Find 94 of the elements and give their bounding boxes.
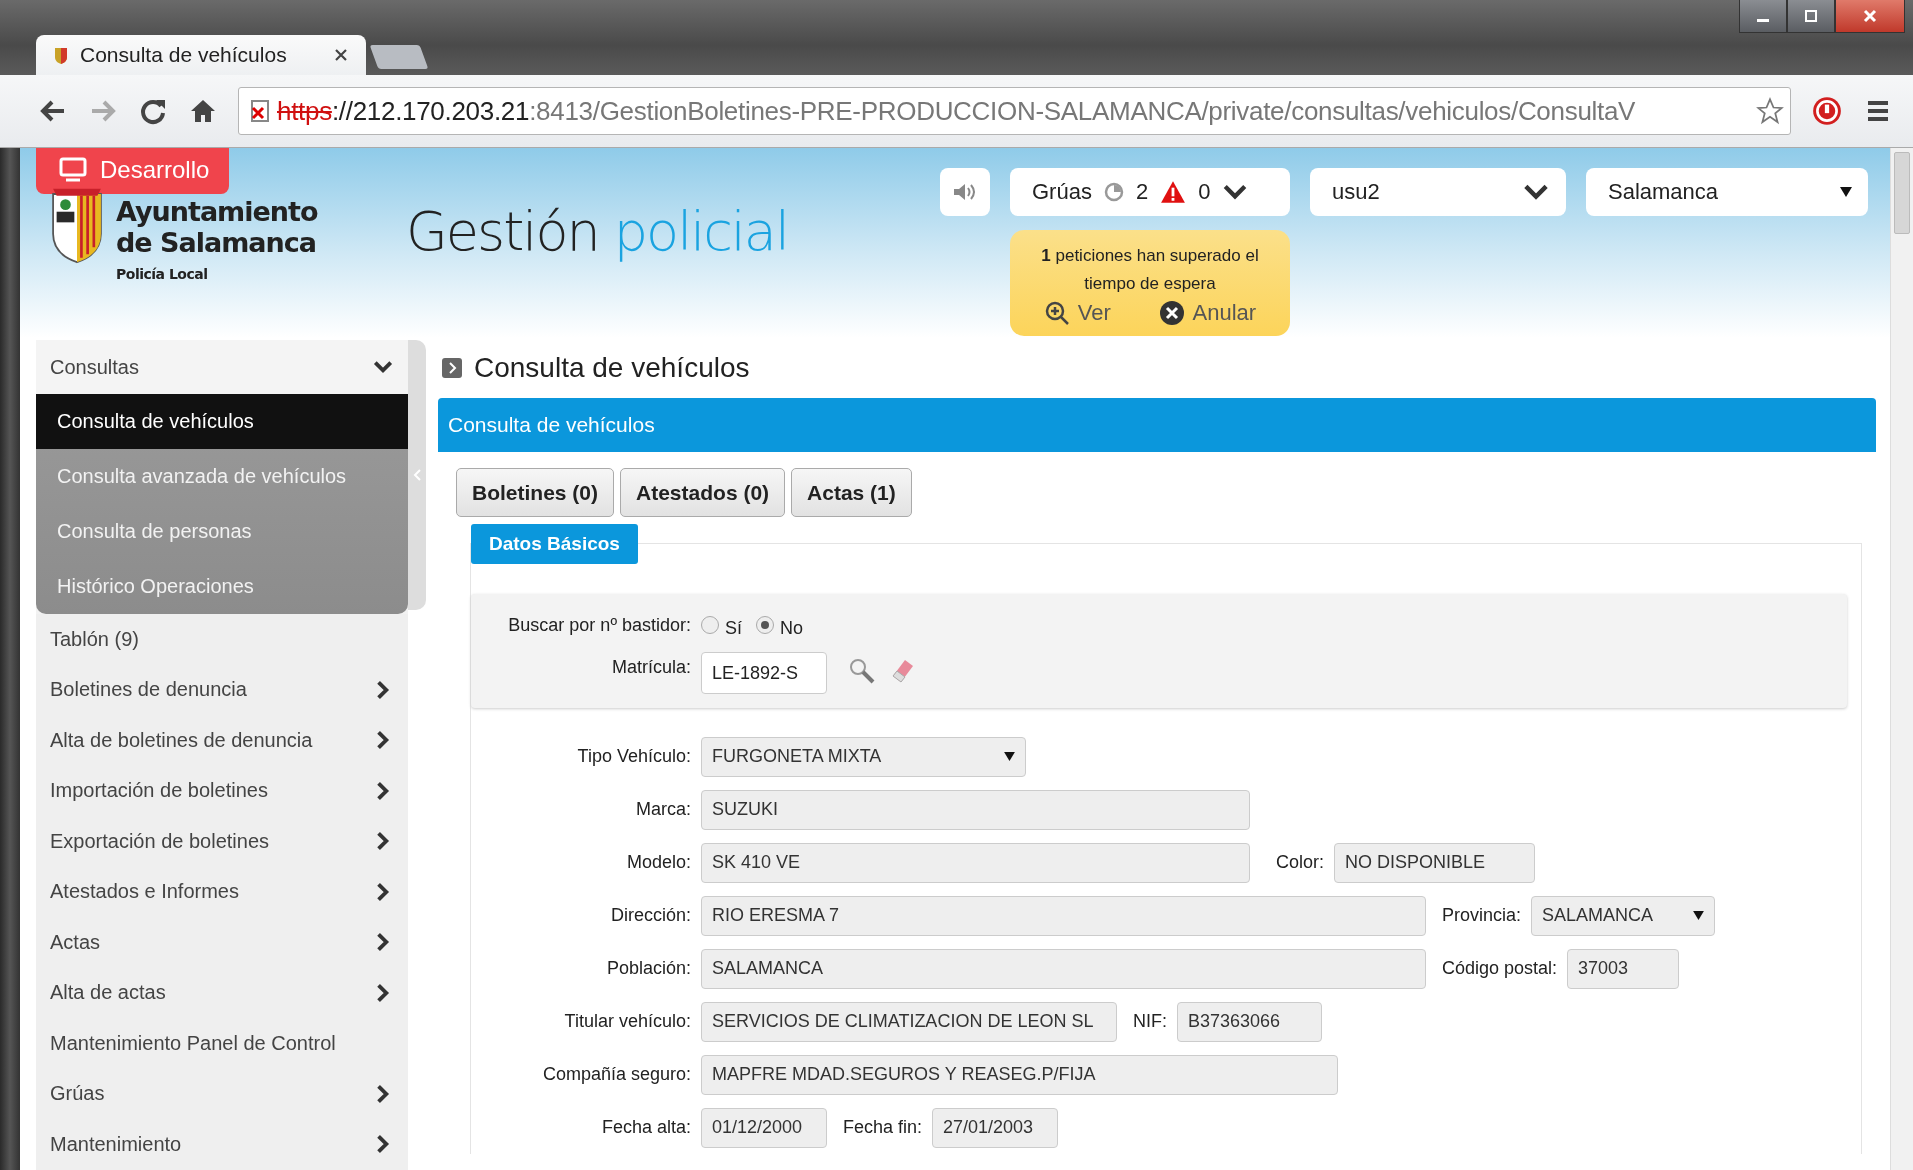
crest-icon [54, 46, 68, 64]
alert-message: 1 peticiones han superado el tiempo de espera [1040, 245, 1260, 295]
monitor-icon [58, 157, 88, 183]
collapse-handle[interactable] [408, 340, 426, 610]
page-title: Consulta de vehículos [474, 352, 750, 384]
stop-sign-icon[interactable] [1811, 95, 1843, 127]
menu-item[interactable]: Actas [36, 917, 408, 968]
view-link[interactable]: Ver [1043, 300, 1111, 326]
browser-tab[interactable]: Consulta de vehículos [36, 35, 366, 75]
panel-header: Consulta de vehículos [438, 398, 1876, 452]
dropdown-arrow-icon [1840, 187, 1852, 197]
insecure-page-icon [249, 99, 271, 123]
record-tab-button[interactable]: Boletines (0) [456, 468, 615, 517]
dropdown-arrow-icon [1004, 752, 1015, 761]
app-title: Gestión policial [406, 200, 788, 264]
speaker-button[interactable] [940, 168, 990, 216]
logo-text: de Salamanca [116, 227, 317, 258]
menu-item[interactable]: Tablón (9) [36, 614, 408, 665]
close-icon[interactable] [334, 48, 348, 62]
select-field[interactable]: FURGONETA MIXTA [701, 736, 1026, 777]
menu-item[interactable]: Grúas [36, 1068, 408, 1119]
zoom-in-icon [1043, 300, 1070, 326]
field-label: Titular vehículo: [563, 1011, 692, 1032]
logo-subtitle: Policía Local [116, 266, 209, 282]
field-label: Matrícula: [610, 656, 692, 678]
alert-count: 0 [1198, 179, 1211, 205]
logo-text: Ayuntamiento [116, 196, 318, 227]
field-label: Fecha fin: [843, 1117, 923, 1138]
radio-button[interactable] [701, 616, 719, 634]
radio-label: No [780, 617, 804, 639]
field-label: Tipo Vehículo: [576, 746, 692, 767]
warning-icon [1160, 180, 1187, 204]
close-button[interactable] [1835, 0, 1905, 33]
menu-item[interactable]: Mantenimiento [36, 1119, 408, 1170]
menu-item[interactable]: Exportación de boletines [36, 816, 408, 867]
field-label: NIF: [1133, 1011, 1167, 1032]
new-tab-button[interactable] [369, 45, 429, 69]
scrollbar[interactable] [1890, 148, 1913, 1170]
menu-item[interactable]: Boletines de denuncia [36, 664, 408, 715]
field-label: Código postal: [1442, 958, 1558, 979]
cancel-link[interactable]: Anular [1158, 300, 1257, 326]
minimize-button[interactable] [1739, 0, 1787, 33]
field-label: Buscar por nº bastidor: [507, 614, 692, 636]
menu-item[interactable]: Atestados e Informes [36, 866, 408, 917]
field-label: Dirección: [609, 905, 692, 926]
text-field[interactable]: MAPFRE MDAD.SEGUROS Y REASEG.P/FIJA [701, 1054, 1338, 1095]
text-field[interactable]: SUZUKI [701, 789, 1250, 830]
city-select[interactable]: Salamanca [1586, 168, 1868, 216]
text-field[interactable]: SK 410 VE [701, 842, 1250, 883]
maximize-button[interactable] [1787, 0, 1835, 33]
submenu-item[interactable]: Consulta de vehículos [36, 394, 408, 449]
field-label: Fecha alta: [600, 1117, 692, 1138]
text-field[interactable]: 27/01/2003 [932, 1107, 1059, 1148]
radio-label: Sí [725, 617, 742, 639]
text-field[interactable]: SERVICIOS DE CLIMATIZACION DE LEON SL [701, 1001, 1117, 1042]
text-field[interactable]: RIO ERESMA 7 [701, 895, 1426, 936]
menu-item[interactable]: Importación de boletines [36, 765, 408, 816]
user-dropdown[interactable]: usu2 [1310, 168, 1566, 216]
pending-count: 2 [1135, 179, 1149, 205]
text-field[interactable]: 37003 [1567, 948, 1680, 989]
text-field[interactable]: SALAMANCA [701, 948, 1426, 989]
plate-input[interactable]: LE-1892-S [701, 652, 827, 694]
environment-badge: Desarrollo [36, 148, 230, 194]
pie-clock-icon [1103, 182, 1124, 202]
text-field[interactable]: 01/12/2000 [701, 1107, 827, 1148]
star-icon[interactable] [1756, 97, 1784, 125]
dropdown-arrow-icon [1693, 911, 1705, 920]
chevron-down-icon [1522, 183, 1550, 201]
speaker-icon [952, 181, 978, 203]
cancel-icon [1158, 300, 1185, 326]
url-text: https://212.170.203.21:8413/GestionBoletines-PRE-PRODUCCION-SALAMANCA/private/consultas/vehiculos/ConsultaV [277, 95, 1637, 127]
search-icon[interactable] [847, 656, 877, 686]
select-field[interactable]: SALAMANCA [1531, 895, 1716, 936]
field-label: Marca: [635, 799, 692, 820]
tow-label: Grúas [1032, 179, 1092, 205]
radio-button[interactable] [756, 616, 774, 634]
menu-item[interactable]: Mantenimiento Panel de Control [36, 1018, 408, 1069]
chevron-down-icon [1222, 183, 1249, 201]
record-tab-button[interactable]: Atestados (0) [620, 468, 786, 517]
text-field[interactable]: NO DISPONIBLE [1334, 842, 1535, 883]
tow-status-dropdown[interactable]: Grúas 2 0 [1010, 168, 1290, 216]
record-tab-button[interactable]: Actas (1) [791, 468, 912, 517]
chevron-left-icon [412, 468, 422, 482]
field-label: Compañía seguro: [541, 1064, 692, 1085]
field-label: Población: [605, 958, 692, 979]
minimize-icon [1757, 18, 1769, 22]
menu-item[interactable]: Alta de boletines de denuncia [36, 715, 408, 766]
chevron-right-box-icon [442, 358, 462, 378]
field-label: Color: [1276, 852, 1324, 873]
menu-item[interactable]: Alta de actas [36, 967, 408, 1018]
text-field[interactable]: B37363066 [1177, 1001, 1322, 1042]
address-bar[interactable]: https://212.170.203.21:8413/GestionBoletines-PRE-PRODUCCION-SALAMANCA/private/consultas/vehiculos/ConsultaV [238, 87, 1791, 135]
field-label: Modelo: [625, 852, 692, 873]
field-label: Provincia: [1442, 905, 1522, 926]
